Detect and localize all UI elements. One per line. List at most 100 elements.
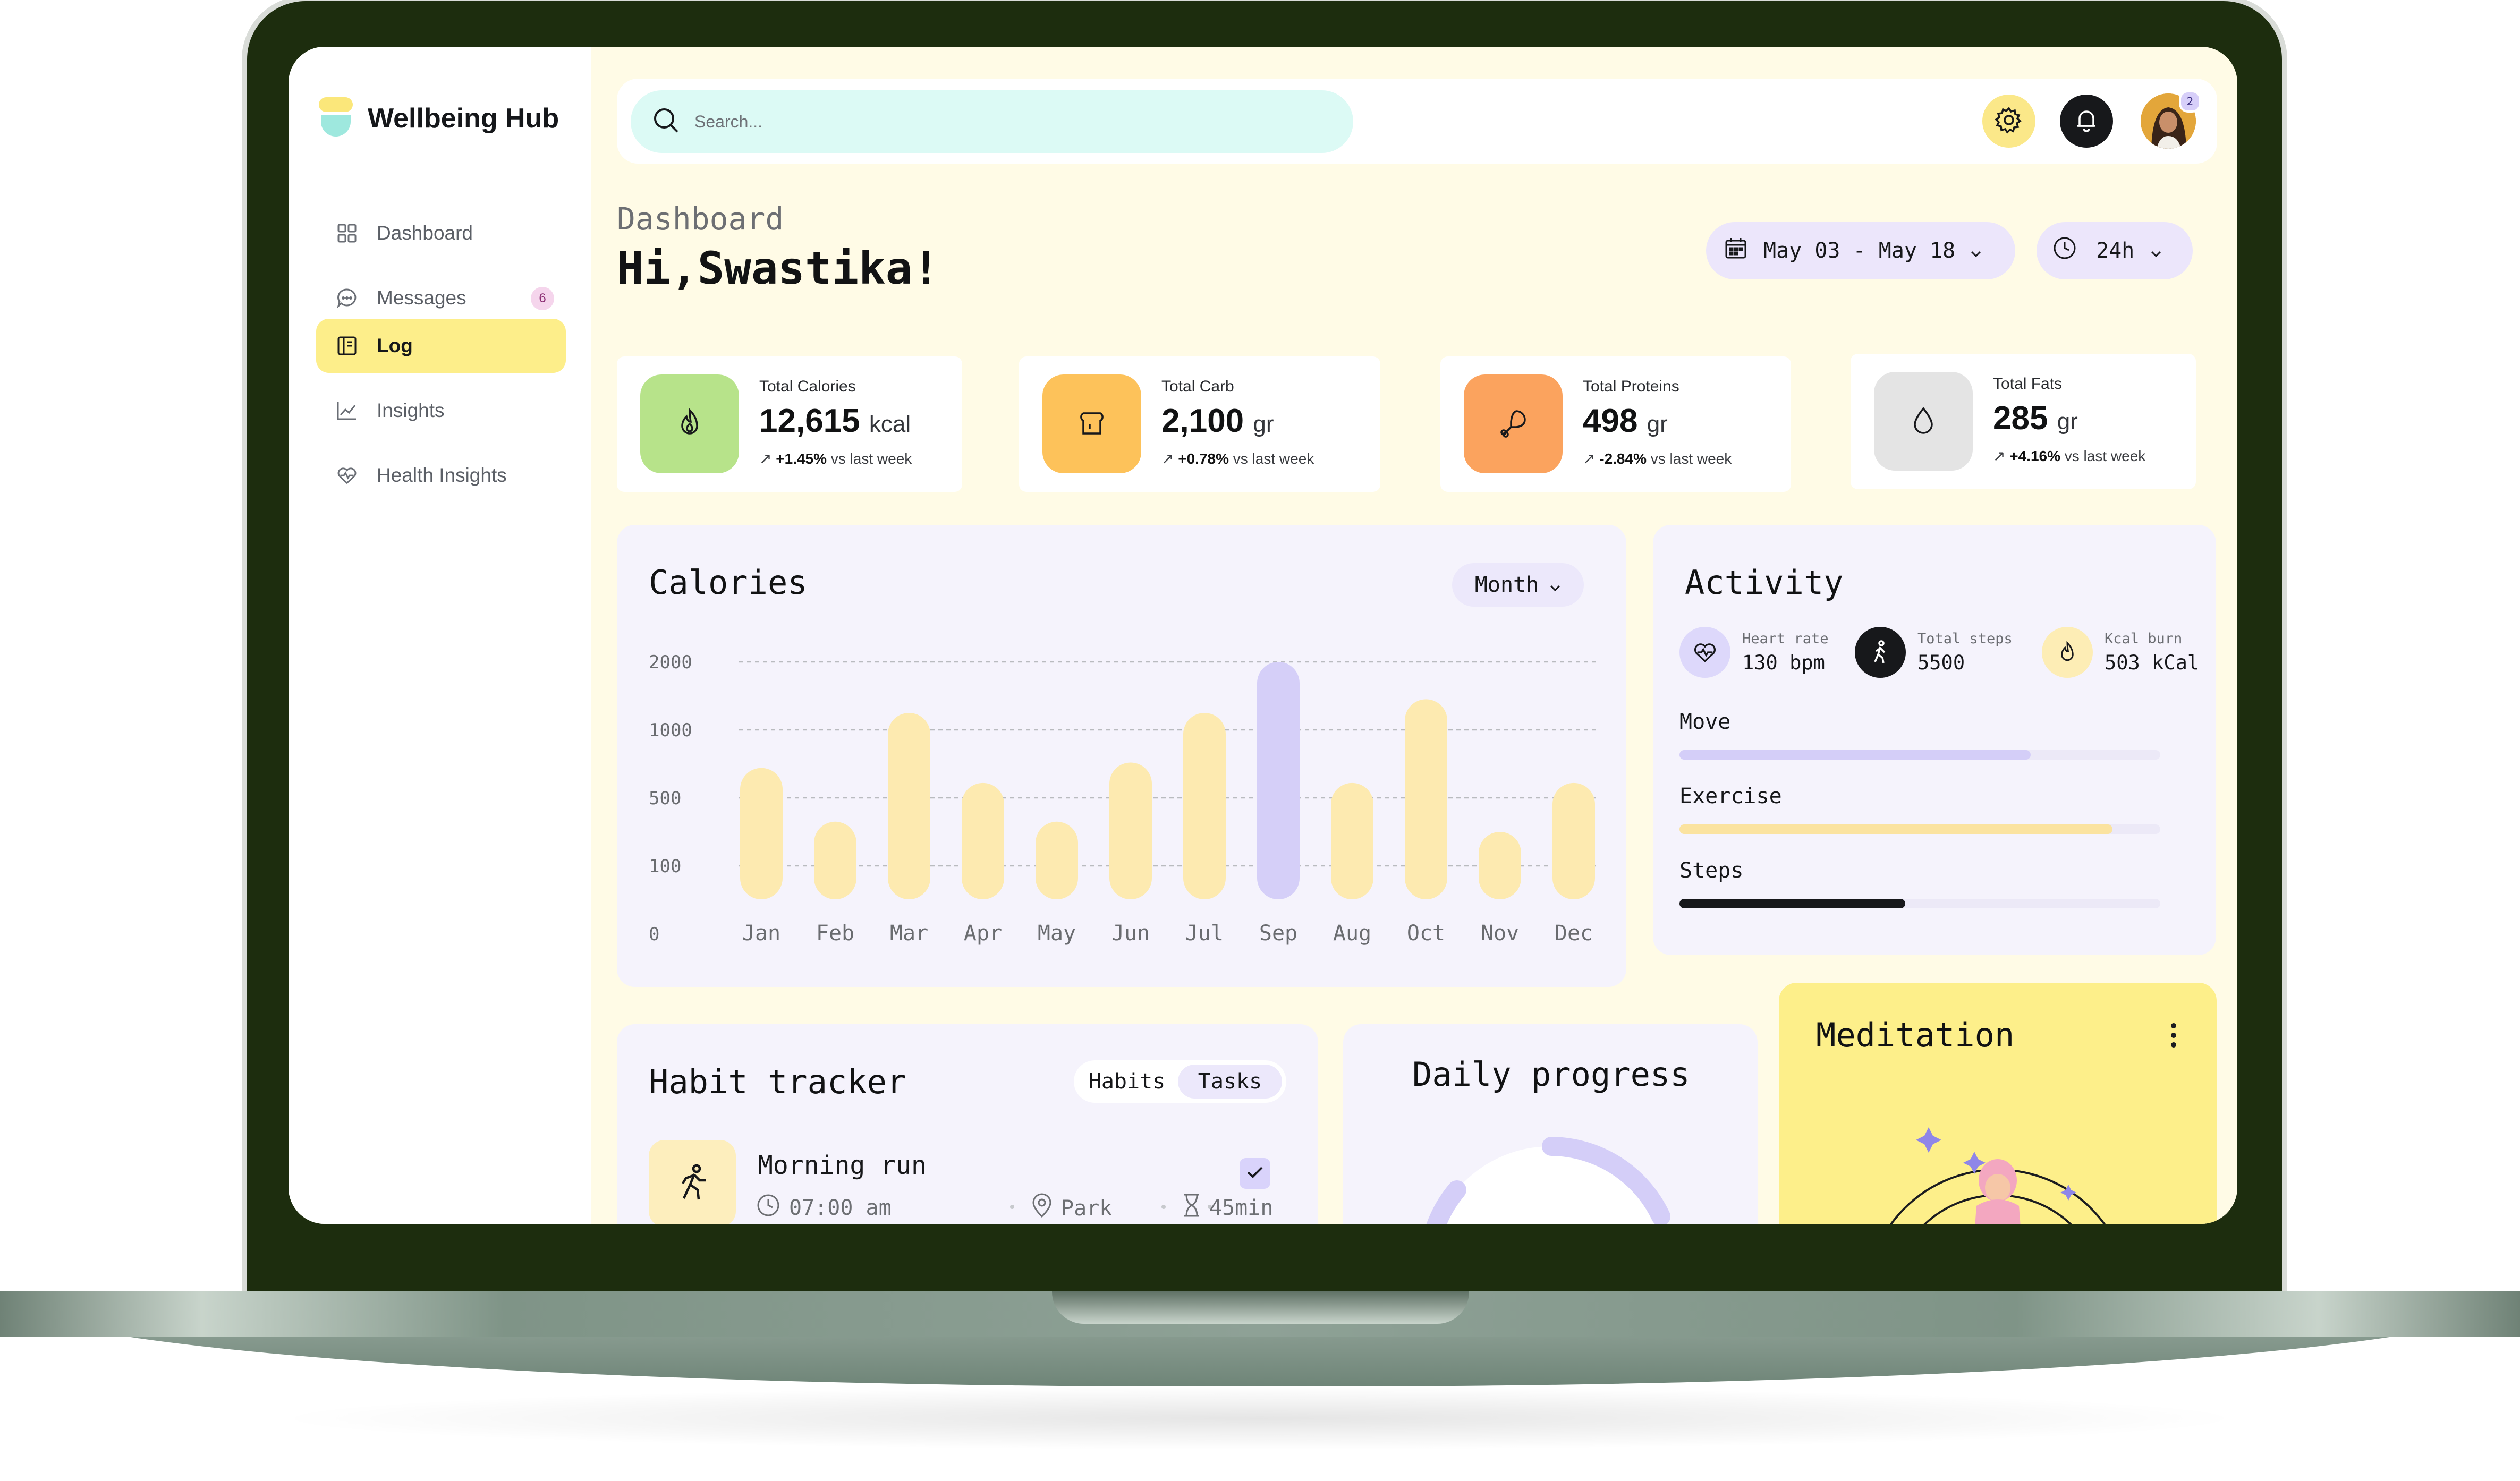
bar-dec[interactable] <box>1552 782 1595 899</box>
activity-metric-heart-rate: Heart rate 130 bpm <box>1679 627 1829 678</box>
bar-jul[interactable] <box>1183 713 1226 899</box>
stat-change: ↗ -2.84% vs last week <box>1583 450 1732 467</box>
meta-separator <box>1161 1205 1166 1209</box>
habit-name[interactable]: Morning run <box>758 1151 927 1180</box>
logo-mark-icon <box>319 97 353 140</box>
avatar-badge: 2 <box>2179 90 2201 113</box>
y-tick-label: 1000 <box>649 720 692 741</box>
stat-number: 2,100 <box>1161 403 1244 439</box>
habit-tracker-card: Habit tracker Habits Tasks Morning run 0… <box>617 1024 1318 1224</box>
metric-label: Total steps <box>1917 631 2013 647</box>
stat-card-fats[interactable]: Total Fats 285 gr ↗ +4.16% vs last week <box>1851 354 2196 489</box>
stat-change: ↗ +4.16% vs last week <box>1993 447 2145 465</box>
settings-button[interactable] <box>1982 95 2035 148</box>
meditation-card: Meditation <box>1779 983 2217 1224</box>
tab-tasks[interactable]: Tasks <box>1178 1065 1282 1099</box>
stat-change-value: +0.78% <box>1178 450 1229 467</box>
bar-apr[interactable] <box>962 782 1004 899</box>
walking-icon <box>1855 627 1906 678</box>
move-progress <box>1679 750 2160 760</box>
bar-aug[interactable] <box>1331 782 1373 899</box>
stat-card-calories[interactable]: Total Calories 12,615 kcal ↗ +1.45% vs l… <box>617 356 962 492</box>
stat-value: 498 gr <box>1583 402 1668 440</box>
stat-change-value: -2.84% <box>1599 450 1647 467</box>
sidebar-item-label: Health Insights <box>377 464 507 486</box>
trend-up-icon: ↗ <box>1583 450 1596 467</box>
time-range-label: 24h <box>2096 239 2135 263</box>
x-tick-label: Jan <box>742 921 780 946</box>
bar-feb[interactable] <box>814 821 856 899</box>
steps-progress <box>1679 899 2160 908</box>
stat-value: 285 gr <box>1993 399 2078 437</box>
steps-progress-fill <box>1679 899 1906 908</box>
date-range-label: May 03 - May 18 <box>1763 239 1956 263</box>
stat-title: Total Calories <box>759 378 856 395</box>
laptop-notch <box>1052 1291 1469 1324</box>
x-tick-label: Jul <box>1185 921 1224 946</box>
metric-label: Kcal burn <box>2105 631 2183 647</box>
stat-change-value: +4.16% <box>2009 448 2060 464</box>
habit-tracker-title: Habit tracker <box>649 1062 907 1101</box>
tab-habits[interactable]: Habits <box>1078 1065 1176 1099</box>
stat-card-carb[interactable]: Total Carb 2,100 gr ↗ +0.78% vs last wee… <box>1019 356 1380 492</box>
x-tick-label: Sep <box>1259 921 1297 946</box>
x-tick-label: Nov <box>1481 921 1519 946</box>
activity-title: Activity <box>1685 563 1844 602</box>
sidebar-item-label: Dashboard <box>377 222 473 244</box>
search-icon <box>652 106 681 137</box>
app-name: Wellbeing Hub <box>368 103 559 134</box>
calories-card: Calories Month 0 100 500 1000 2000 Jan Feb Mar A… <box>617 525 1626 987</box>
y-tick-label: 500 <box>649 788 681 809</box>
chevron-down-icon <box>1970 239 1982 263</box>
drumstick-icon <box>1497 407 1529 441</box>
sidebar-item-dashboard[interactable]: Dashboard <box>316 206 566 260</box>
y-tick-label: 0 <box>649 924 659 945</box>
heart-pulse-icon <box>1679 627 1730 678</box>
stat-value: 2,100 gr <box>1161 402 1274 440</box>
flame-icon <box>674 407 706 441</box>
app-logo[interactable]: Wellbeing Hub <box>319 97 559 140</box>
bar-jan[interactable] <box>740 768 783 899</box>
x-tick-label: May <box>1038 921 1076 946</box>
stat-title: Total Carb <box>1161 378 1234 395</box>
stat-icon-tile <box>1042 374 1141 473</box>
bar-may[interactable] <box>1036 821 1078 899</box>
bar-sep[interactable] <box>1257 662 1300 899</box>
habit-duration: 45min <box>1183 1193 1273 1223</box>
stat-number: 12,615 <box>759 403 860 439</box>
check-icon <box>1246 1165 1264 1181</box>
sidebar-item-insights[interactable]: Insights <box>316 384 566 438</box>
clock-icon <box>756 1193 780 1223</box>
x-tick-label: Jun <box>1111 921 1150 946</box>
stat-icon-tile <box>1464 374 1563 473</box>
stat-card-proteins[interactable]: Total Proteins 498 gr ↗ -2.84% vs last w… <box>1440 356 1791 492</box>
stat-unit: gr <box>2057 408 2078 435</box>
habit-done-checkbox[interactable] <box>1240 1158 1270 1189</box>
sidebar-item-label: Log <box>377 335 413 356</box>
habit-duration-value: 45min <box>1209 1196 1274 1220</box>
trend-up-icon: ↗ <box>759 450 772 467</box>
chat-icon <box>336 287 358 309</box>
exercise-progress <box>1679 824 2160 834</box>
bar-oct[interactable] <box>1405 699 1447 899</box>
hourglass-icon <box>1183 1193 1201 1223</box>
x-tick-label: Dec <box>1555 921 1593 946</box>
sidebar-item-messages[interactable]: Messages 6 <box>316 271 566 325</box>
x-tick-label: Apr <box>964 921 1002 946</box>
habit-place-value: Park <box>1061 1196 1113 1221</box>
search-input[interactable] <box>693 111 1333 132</box>
bar-jun[interactable] <box>1109 762 1152 899</box>
search-bar[interactable] <box>631 90 1353 153</box>
bar-mar[interactable] <box>888 713 930 899</box>
bar-nov[interactable] <box>1479 832 1521 899</box>
sidebar-item-log[interactable]: Log <box>316 319 566 373</box>
top-bar: 2 <box>617 79 2217 164</box>
stat-change-value: +1.45% <box>776 450 827 467</box>
sidebar-item-health-insights[interactable]: Health Insights <box>316 448 566 503</box>
time-range-picker[interactable]: 24h <box>2037 222 2193 279</box>
notifications-button[interactable] <box>2060 95 2113 148</box>
y-tick-label: 100 <box>649 856 681 877</box>
stat-change-suffix: vs last week <box>2064 448 2146 464</box>
date-range-picker[interactable]: May 03 - May 18 <box>1706 222 2015 279</box>
daily-progress-card: Daily progress <box>1343 1024 1758 1224</box>
